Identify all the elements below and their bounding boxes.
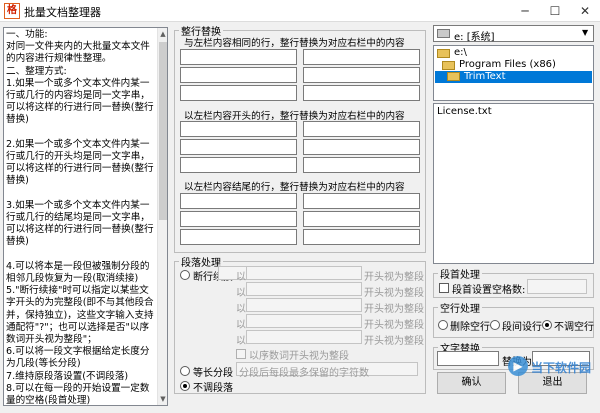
watermark-logo-icon: ▶ [508, 356, 528, 376]
line-end-caption: 以左栏内容结尾的行，整行替换为对应右栏中的内容 [184, 182, 405, 193]
suffix-label-5: 开头视为整段 [364, 336, 424, 347]
suffix-label-1: 开头视为整段 [364, 272, 424, 283]
file-list-item[interactable]: License.txt [437, 106, 492, 117]
close-button[interactable]: ✕ [570, 0, 600, 22]
chevron-down-icon[interactable]: ▼ [582, 28, 588, 37]
split-length-input[interactable]: 分段后每段最多保留的字符数 [236, 362, 418, 379]
drive-select-value: e: [系统] [454, 32, 495, 43]
start-left-input-1[interactable] [180, 121, 297, 137]
prefix-label-5: 以 [236, 336, 246, 347]
ordinal-checkbox-label: 以序数词开头视为整段 [249, 351, 349, 362]
split-length-placeholder: 分段后每段最多保留的字符数 [239, 368, 369, 379]
folder-open-icon [442, 61, 455, 70]
ordinal-checkbox[interactable] [236, 349, 246, 359]
same-line-caption: 与左栏内容相同的行，整行替换为对应右栏中的内容 [184, 38, 405, 49]
folder-open-icon [437, 49, 450, 58]
radio-equal-split[interactable] [180, 366, 190, 376]
radio-blank-between-label: 段间设行 [502, 322, 542, 333]
start-right-input-2[interactable] [303, 139, 420, 155]
drive-select[interactable]: e: [系统] ▼ [433, 25, 594, 43]
prefix-label-3: 以 [236, 304, 246, 315]
confirm-button[interactable]: 确认 [437, 372, 506, 394]
same-left-input-3[interactable] [180, 85, 297, 101]
suffix-label-4: 开头视为整段 [364, 320, 424, 331]
suffix-label-3: 开头视为整段 [364, 304, 424, 315]
indent-checkbox-label: 段首设置空格数: [452, 285, 526, 296]
prefix-label-1: 以 [236, 272, 246, 283]
end-right-input-1[interactable] [303, 193, 420, 209]
folder-item-program-files[interactable]: Program Files (x86) [459, 59, 556, 70]
radio-no-paragraph-change[interactable] [180, 381, 190, 391]
drive-icon [437, 29, 450, 38]
same-right-input-2[interactable] [303, 67, 420, 83]
folder-tree[interactable]: e:\ Program Files (x86) TrimText [433, 45, 594, 101]
find-text-input[interactable] [437, 351, 499, 366]
file-list[interactable]: License.txt [433, 103, 594, 264]
end-left-input-1[interactable] [180, 193, 297, 209]
end-right-input-3[interactable] [303, 229, 420, 245]
prefix-input-1[interactable] [246, 266, 362, 280]
end-left-input-2[interactable] [180, 211, 297, 227]
radio-no-blank-change-label: 不调空行 [554, 322, 594, 333]
help-panel[interactable]: 一、功能: 对同一文件夹内的大批量文本文件的内容进行规律性整理。 二、整理方式:… [3, 27, 168, 406]
watermark-text: 当下软件园 [531, 361, 592, 375]
start-right-input-3[interactable] [303, 157, 420, 173]
minimize-button[interactable]: ─ [510, 0, 540, 22]
folder-item-selected-row[interactable]: TrimText [435, 71, 592, 83]
prefix-input-4[interactable] [246, 314, 362, 328]
start-left-input-3[interactable] [180, 157, 297, 173]
radio-join-lines[interactable] [180, 270, 190, 280]
start-right-input-1[interactable] [303, 121, 420, 137]
app-icon: 格 [4, 3, 20, 19]
help-scrollbar[interactable]: ▲ ▼ [157, 28, 167, 405]
maximize-button[interactable]: ☐ [540, 0, 570, 22]
prefix-label-4: 以 [236, 320, 246, 331]
prefix-input-3[interactable] [246, 298, 362, 312]
paragraph-start-legend: 段首处理 [440, 270, 480, 281]
same-left-input-1[interactable] [180, 49, 297, 65]
prefix-input-2[interactable] [246, 282, 362, 296]
end-right-input-2[interactable] [303, 211, 420, 227]
paragraph-legend: 段落处理 [181, 258, 221, 269]
window-title: 批量文档整理器 [24, 6, 101, 19]
title-bar: 格 批量文档整理器 ─ ☐ ✕ [0, 0, 600, 22]
radio-delete-blank-label: 删除空行 [450, 322, 490, 333]
radio-equal-split-label: 等长分段 [193, 368, 233, 379]
same-left-input-2[interactable] [180, 67, 297, 83]
blank-line-legend: 空行处理 [440, 304, 480, 315]
folder-open-icon [447, 72, 460, 81]
folder-item-trimtext: TrimText [464, 71, 506, 82]
indent-checkbox[interactable] [439, 283, 449, 293]
help-text: 一、功能: 对同一文件夹内的大批量文本文件的内容进行规律性整理。 二、整理方式:… [6, 29, 154, 406]
radio-no-paragraph-change-label: 不调段落 [193, 383, 233, 394]
same-right-input-3[interactable] [303, 85, 420, 101]
prefix-label-2: 以 [236, 288, 246, 299]
suffix-label-2: 开头视为整段 [364, 288, 424, 299]
scroll-down-arrow-icon[interactable]: ▼ [158, 393, 167, 405]
radio-blank-between[interactable] [490, 320, 500, 330]
folder-item-root[interactable]: e:\ [454, 47, 467, 58]
scroll-thumb[interactable] [159, 42, 167, 220]
indent-count-input[interactable] [527, 279, 587, 294]
radio-delete-blank[interactable] [438, 320, 448, 330]
radio-no-blank-change[interactable] [542, 320, 552, 330]
scroll-up-arrow-icon[interactable]: ▲ [158, 28, 167, 40]
same-right-input-1[interactable] [303, 49, 420, 65]
start-left-input-2[interactable] [180, 139, 297, 155]
end-left-input-3[interactable] [180, 229, 297, 245]
line-start-caption: 以左栏内容开头的行，整行替换为对应右栏中的内容 [184, 111, 405, 122]
prefix-input-5[interactable] [246, 330, 362, 344]
